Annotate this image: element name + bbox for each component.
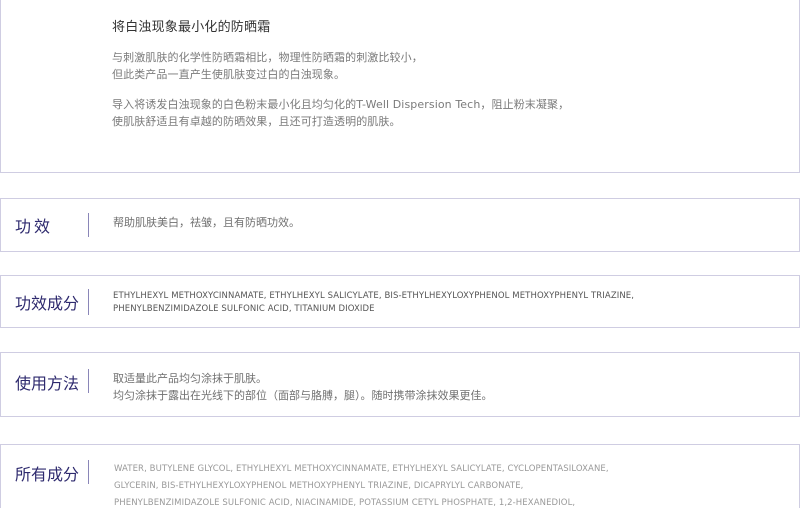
- active-ingredients-line2: PHENYLBENZIMIDAZOLE SULFONIC ACID, TITAN…: [113, 304, 375, 314]
- effect-text: 帮助肌肤美白，祛皱，且有防晒功效。: [113, 216, 300, 229]
- intro-title: 将白浊现象最小化的防晒霜: [112, 20, 271, 35]
- all-ingredients-title: 所有成分: [15, 465, 80, 484]
- intro-paragraph-1: 与刺激肌肤的化学性防晒霜相比，物理性防晒霜的刺激比较小， 但此类产品一直产生使肌…: [112, 49, 772, 83]
- usage-line2: 均匀涂抹于露出在光线下的部位（面部与胳膊，腿）。随时携带涂抹效果更佳。: [113, 389, 493, 402]
- all-ingredients-line2: GLYCERIN, BIS-ETHYLHEXYLOXYPHENOL METHOX…: [114, 481, 524, 491]
- intro-para2-line2: 使肌肤舒适且有卓越的防晒效果，且还可打造透明的肌肤。: [112, 115, 401, 128]
- intro-panel: 将白浊现象最小化的防晒霜 与刺激肌肤的化学性防晒霜相比，物理性防晒霜的刺激比较小…: [0, 0, 800, 173]
- all-ingredients-section: 所有成分 WATER, BUTYLENE GLYCOL, ETHYLHEXYL …: [0, 444, 800, 508]
- usage-title: 使用方法: [15, 374, 80, 393]
- active-ingredients-list: ETHYLHEXYL METHOXYCINNAMATE, ETHYLHEXYL …: [113, 290, 793, 316]
- all-ingredients-line1: WATER, BUTYLENE GLYCOL, ETHYLHEXYL METHO…: [114, 464, 609, 474]
- usage-line1: 取适量此产品均匀涂抹于肌肤。: [113, 372, 267, 385]
- intro-para1-line2: 但此类产品一直产生使肌肤变过白的白浊现象。: [112, 68, 346, 81]
- section-divider: [88, 213, 89, 237]
- usage-section: 使用方法 取适量此产品均匀涂抹于肌肤。 均匀涂抹于露出在光线下的部位（面部与胳膊…: [0, 352, 800, 417]
- active-ingredients-title: 功效成分: [15, 294, 80, 313]
- intro-paragraph-2: 导入将诱发白浊现象的白色粉末最小化且均匀化的T-Well Dispersion …: [112, 96, 772, 130]
- intro-para1-line1: 与刺激肌肤的化学性防晒霜相比，物理性防晒霜的刺激比较小，: [112, 51, 423, 64]
- effect-section: 功效 帮助肌肤美白，祛皱，且有防晒功效。: [0, 198, 800, 252]
- active-ingredients-line1: ETHYLHEXYL METHOXYCINNAMATE, ETHYLHEXYL …: [113, 291, 635, 301]
- section-divider: [88, 289, 89, 315]
- all-ingredients-list: WATER, BUTYLENE GLYCOL, ETHYLHEXYL METHO…: [114, 461, 794, 508]
- section-divider: [88, 460, 89, 484]
- active-ingredients-section: 功效成分 ETHYLHEXYL METHOXYCINNAMATE, ETHYLH…: [0, 275, 800, 328]
- section-divider: [88, 369, 89, 393]
- all-ingredients-line3: PHENYLBENZIMIDAZOLE SULFONIC ACID, NIACI…: [114, 498, 576, 508]
- usage-text: 取适量此产品均匀涂抹于肌肤。 均匀涂抹于露出在光线下的部位（面部与胳膊，腿）。随…: [113, 370, 783, 404]
- intro-para2-line1: 导入将诱发白浊现象的白色粉末最小化且均匀化的T-Well Dispersion …: [112, 98, 570, 111]
- effect-title: 功效: [15, 217, 54, 236]
